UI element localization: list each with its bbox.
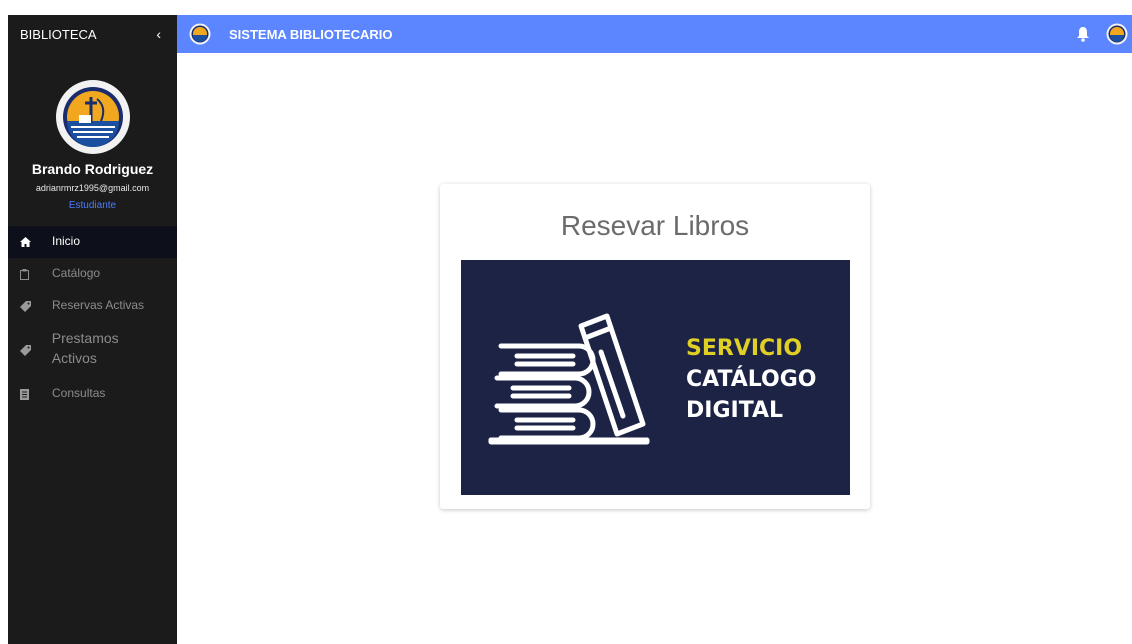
banner-text: SERVICIO CATÁLOGO DIGITAL [686, 333, 817, 426]
document-icon [20, 378, 36, 410]
topbar-actions [1076, 23, 1132, 45]
user-name: Brando Rodriguez [31, 161, 154, 177]
sidebar-item-inicio[interactable]: Inicio [8, 226, 177, 258]
user-email: adrianrmrz1995@gmail.com [35, 183, 150, 193]
sidebar: BIBLIOTECA ‹ Brando Rodriguez adrianrmrz… [8, 15, 177, 644]
tag-icon [20, 322, 36, 378]
sidebar-item-label: Inicio [52, 234, 81, 248]
app-title: SISTEMA BIBLIOTECARIO [229, 26, 393, 42]
sidebar-item-consultas[interactable]: Consultas [8, 378, 177, 410]
bell-icon[interactable] [1076, 26, 1090, 42]
sidebar-title: BIBLIOTECA [20, 26, 97, 42]
banner-line-2: CATÁLOGO [686, 367, 817, 392]
sidebar-item-label: Prestamos Activos [51, 330, 119, 366]
clipboard-icon [20, 258, 36, 290]
banner-line-1: SERVICIO [686, 336, 803, 361]
card-title: Resevar Libros [560, 210, 750, 241]
emblem-icon[interactable] [189, 23, 211, 45]
tag-icon [20, 290, 36, 322]
sidebar-item-reservas-activas[interactable]: Reservas Activas [8, 290, 177, 322]
sidebar-item-label: Catálogo [52, 266, 101, 280]
user-role: Estudiante [68, 200, 117, 211]
catalog-banner[interactable]: SERVICIO CATÁLOGO DIGITAL [461, 260, 850, 495]
avatar-emblem-icon[interactable] [1106, 23, 1128, 45]
app-frame: BIBLIOTECA ‹ Brando Rodriguez adrianrmrz… [0, 0, 1132, 644]
sidebar-item-prestamos-activos[interactable]: Prestamos Activos [8, 322, 177, 378]
chevron-left-icon[interactable]: ‹ [156, 26, 161, 42]
sidebar-header: BIBLIOTECA ‹ [8, 15, 177, 53]
sidebar-item-label: Consultas [52, 386, 106, 400]
sidebar-item-catalogo[interactable]: Catálogo [8, 258, 177, 290]
top-bar: SISTEMA BIBLIOTECARIO [177, 15, 1132, 53]
sidebar-menu: Inicio Catálogo Reservas Activas Prestam… [8, 226, 177, 410]
reserve-books-card[interactable]: Resevar Libros SERVICIO CATÁLOGO DIGITAL [440, 184, 870, 509]
home-icon [20, 226, 36, 258]
sidebar-item-label: Reservas Activas [52, 298, 145, 312]
banner-line-3: DIGITAL [686, 398, 784, 423]
emblem-icon [55, 80, 130, 154]
user-profile: Brando Rodriguez adrianrmrz1995@gmail.co… [8, 79, 177, 211]
